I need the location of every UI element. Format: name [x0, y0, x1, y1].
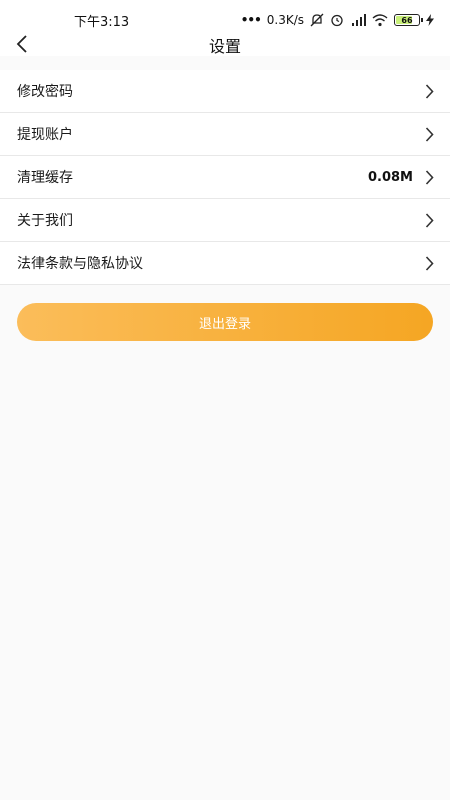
page-title: 设置 [208, 37, 241, 56]
nav-bar: 设置 [0, 34, 450, 56]
more-dots-icon: ••• [240, 13, 262, 27]
chevron-right-icon [425, 169, 434, 185]
settings-list: 修改密码 提现账户 清理缓存 0.08M 关于我们 法律条款与隐私协议 [0, 70, 450, 285]
status-time: 下午3:13 [74, 14, 130, 30]
battery-icon: 66 [394, 14, 423, 26]
charging-icon [426, 14, 434, 26]
settings-item-clear-cache[interactable]: 清理缓存 0.08M [0, 156, 450, 199]
settings-item-label: 关于我们 [17, 213, 73, 229]
settings-item-change-password[interactable]: 修改密码 [0, 70, 450, 113]
settings-item-legal-privacy[interactable]: 法律条款与隐私协议 [0, 242, 450, 285]
settings-item-label: 提现账户 [17, 127, 73, 143]
alarm-icon [330, 13, 344, 27]
mute-icon [310, 13, 324, 27]
settings-item-withdraw-account[interactable]: 提现账户 [0, 113, 450, 156]
chevron-right-icon [425, 83, 434, 99]
battery-level: 66 [401, 15, 413, 25]
signal-icon [350, 13, 366, 27]
chevron-right-icon [425, 255, 434, 271]
settings-item-label: 法律条款与隐私协议 [17, 256, 143, 272]
chevron-right-icon [425, 126, 434, 142]
wifi-icon [372, 13, 388, 27]
chevron-right-icon [425, 212, 434, 228]
network-speed: 0.3K/s [266, 13, 304, 27]
cache-size: 0.08M [367, 169, 413, 185]
status-icons: ••• 0.3K/s 66 [241, 13, 434, 27]
settings-item-about-us[interactable]: 关于我们 [0, 199, 450, 242]
top-area: 下午3:13 ••• 0.3K/s 66 设置 [0, 0, 450, 56]
settings-item-label: 清理缓存 [17, 170, 73, 186]
back-button[interactable] [10, 32, 34, 56]
chevron-left-icon [16, 35, 27, 53]
settings-item-label: 修改密码 [17, 84, 73, 100]
logout-button[interactable]: 退出登录 [17, 303, 433, 341]
